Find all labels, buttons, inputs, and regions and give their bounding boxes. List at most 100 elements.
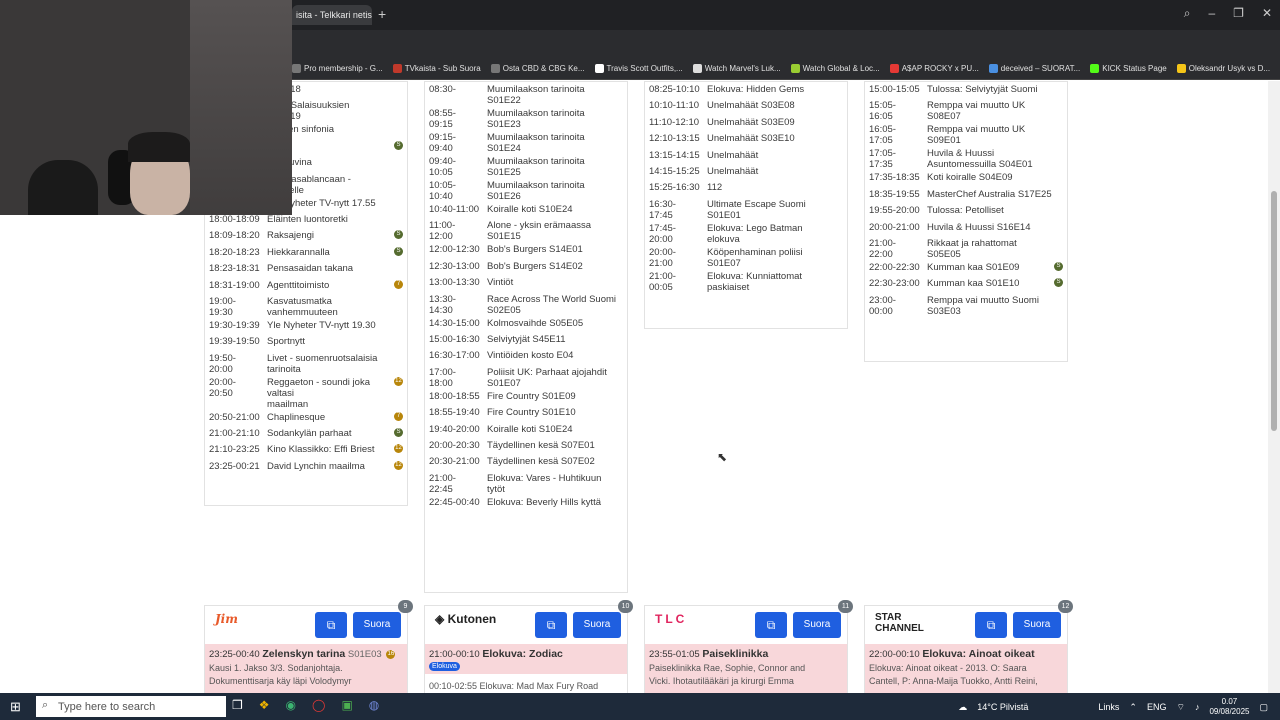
schedule-row[interactable]: 12:10-13:15 Unelmahäät S03E10 — [645, 131, 847, 147]
schedule-row[interactable]: 08:30- Muumilaakson tarinoita S01E22 — [425, 82, 627, 106]
schedule-row[interactable]: 10:05- 10:40 Muumilaakson tarinoita S01E2… — [425, 178, 627, 202]
schedule-row[interactable]: 19:39-19:50 Sportnytt — [205, 334, 407, 350]
cast-icon[interactable]: ⧉ — [315, 612, 347, 638]
search-tabs-icon[interactable]: ⌕ — [1184, 6, 1191, 21]
schedule-row[interactable]: 19:30-19:39 Yle Nyheter TV-nytt 19.30 — [205, 318, 407, 334]
schedule-row[interactable]: 11:10-12:10 Unelmahäät S03E09 — [645, 115, 847, 131]
bookmark-item[interactable]: TVkaista - Sub Suora — [392, 64, 481, 73]
browser-tab[interactable]: isita - Telkkari netissä — [292, 5, 372, 25]
notification-icon[interactable]: ▢ — [1259, 702, 1268, 713]
schedule-row[interactable]: 18:31-19:00 Agenttitoimisto 7 — [205, 278, 407, 294]
schedule-row[interactable]: 17:00- 18:00 Poliisit UK: Parhaat ajojahd… — [425, 365, 627, 389]
schedule-row[interactable]: 23:00- 00:00 Remppa vai muutto Suomi S03E… — [865, 293, 1067, 317]
schedule-row[interactable]: 17:05- 17:35 Huvila & Huussi Asuntomessui… — [865, 146, 1067, 170]
schedule-row[interactable]: 18:55-19:40 Fire Country S01E10 — [425, 405, 627, 421]
schedule-row[interactable]: 13:00-13:30 Vintiöt — [425, 275, 627, 291]
schedule-row[interactable]: 13:15-14:15 Unelmahäät — [645, 148, 847, 164]
maximize-icon[interactable]: ❐ — [1233, 6, 1244, 21]
app-icon[interactable]: ❖ — [259, 698, 270, 712]
schedule-row[interactable]: 12:00-12:30 Bob's Burgers S14E01 — [425, 242, 627, 258]
network-icon[interactable]: ⌔ — [1176, 702, 1184, 713]
cast-icon[interactable]: ⧉ — [975, 612, 1007, 638]
schedule-row[interactable]: 15:00-15:05 Tulossa: Selviytyjät Suomi — [865, 82, 1067, 98]
now-playing[interactable]: 23:25-00:40 Zelenskyn tarina S01E03 16 K… — [205, 644, 407, 693]
schedule-row[interactable]: 22:30-23:00 Kumman kaa S01E10 S — [865, 276, 1067, 292]
schedule-row[interactable]: 21:00- 00:05 Elokuva: Kunniattomat paskia… — [645, 269, 847, 293]
schedule-row[interactable]: 20:00-20:30 Täydellinen kesä S07E01 — [425, 438, 627, 454]
clock[interactable]: 0.07 09/08/2025 — [1209, 697, 1249, 717]
new-tab-icon[interactable]: + — [378, 6, 386, 22]
schedule-row[interactable]: 08:25-10:10 Elokuva: Hidden Gems — [645, 82, 847, 98]
schedule-row[interactable]: 19:00- 19:30 Kasvatusmatka vanhemmuuteen — [205, 294, 407, 318]
schedule-row[interactable]: 22:00-22:30 Kumman kaa S01E09 S — [865, 260, 1067, 276]
page-scrollbar[interactable] — [1268, 81, 1280, 693]
schedule-row[interactable]: 18:00-18:55 Fire Country S01E09 — [425, 389, 627, 405]
discord-icon[interactable]: ◍ — [369, 698, 379, 712]
schedule-row[interactable]: 11:00- 12:00 Alone - yksin erämaassa S01E… — [425, 218, 627, 242]
bookmark-item[interactable]: Watch Global & Loc... — [790, 64, 880, 73]
schedule-row[interactable]: 19:40-20:00 Koiralle koti S10E24 — [425, 422, 627, 438]
bookmark-item[interactable]: Watch Marvel's Luk... — [692, 64, 781, 73]
minimize-icon[interactable]: – — [1208, 6, 1215, 21]
schedule-row[interactable]: 15:00-16:30 Selviytyjät S45E11 — [425, 332, 627, 348]
edge-icon[interactable]: ◉ — [286, 698, 296, 712]
weather-text[interactable]: 14°C Pilvistä — [977, 702, 1028, 712]
schedule-row[interactable]: 10:40-11:00 Koiralle koti S10E24 — [425, 202, 627, 218]
schedule-row[interactable]: 21:10-23:25 Kino Klassikko: Effi Briest 12 — [205, 442, 407, 458]
schedule-row[interactable]: 16:30- 17:45 Ultimate Escape Suomi S01E01 — [645, 197, 847, 221]
schedule-row[interactable]: 20:50-21:00 Chaplinesque 7 — [205, 410, 407, 426]
schedule-row[interactable]: 21:00- 22:45 Elokuva: Vares - Huhtikuun t… — [425, 471, 627, 495]
taskbar-search-input[interactable]: ⌕ Type here to search — [36, 696, 226, 717]
bookmark-item[interactable]: Travis Scott Outfits,... — [594, 64, 683, 73]
live-button[interactable]: Suora — [793, 612, 841, 638]
schedule-row[interactable]: 23:25-00:21 David Lynchin maailma 12 — [205, 459, 407, 475]
schedule-row[interactable]: 20:00-21:00 Huvila & Huussi S16E14 — [865, 220, 1067, 236]
now-playing[interactable]: 22:00-00:10 Elokuva: Ainoat oikeat Eloku… — [865, 644, 1067, 693]
chevron-up-icon[interactable]: ⌃ — [1129, 702, 1137, 713]
schedule-row[interactable]: 08:55- 09:15 Muumilaakson tarinoita S01E2… — [425, 106, 627, 130]
weather-icon[interactable]: ☁ — [958, 702, 967, 713]
bookmark-item[interactable]: deceived – SUORAT... — [988, 64, 1080, 73]
schedule-row[interactable]: 20:00- 20:50 Reggaeton - soundi joka valt… — [205, 375, 407, 410]
schedule-row[interactable]: 18:23-18:31 Pensasaidan takana — [205, 261, 407, 277]
bookmark-item[interactable]: Pro membership - G... — [292, 64, 383, 73]
schedule-row[interactable]: 20:30-21:00 Täydellinen kesä S07E02 — [425, 454, 627, 470]
live-button[interactable]: Suora — [353, 612, 401, 638]
cast-icon[interactable]: ⧉ — [535, 612, 567, 638]
task-view-icon[interactable]: ❒ — [232, 698, 243, 712]
scrollbar-thumb[interactable] — [1271, 191, 1277, 431]
bookmark-item[interactable]: Oleksandr Usyk vs D... — [1176, 64, 1270, 73]
schedule-row[interactable]: 10:10-11:10 Unelmahäät S03E08 — [645, 98, 847, 114]
schedule-row[interactable]: 19:50- 20:00 Livet - suomenruotsalaisia t… — [205, 351, 407, 375]
schedule-row[interactable]: 13:30- 14:30 Race Across The World Suomi … — [425, 292, 627, 316]
close-icon[interactable]: ✕ — [1262, 6, 1272, 21]
bookmark-item[interactable]: A$AP ROCKY x PU... — [889, 64, 979, 73]
schedule-row[interactable]: 09:15- 09:40 Muumilaakson tarinoita S01E2… — [425, 130, 627, 154]
schedule-row[interactable]: 15:05- 16:05 Remppa vai muutto UK S08E07 — [865, 98, 1067, 122]
schedule-row[interactable]: 16:05- 17:05 Remppa vai muutto UK S09E01 — [865, 122, 1067, 146]
schedule-row[interactable]: 21:00-21:10 Sodankylän parhaat S — [205, 426, 407, 442]
live-button[interactable]: Suora — [573, 612, 621, 638]
app-icon[interactable]: ▣ — [341, 698, 352, 712]
cast-icon[interactable]: ⧉ — [755, 612, 787, 638]
live-button[interactable]: Suora — [1013, 612, 1061, 638]
next-program[interactable]: 00:10-02:55 Elokuva: Mad Max Fury Road — [425, 676, 627, 693]
schedule-row[interactable]: 14:30-15:00 Kolmosvaihde S05E05 — [425, 316, 627, 332]
language-indicator[interactable]: ENG — [1147, 702, 1167, 712]
schedule-row[interactable]: 19:55-20:00 Tulossa: Petolliset — [865, 203, 1067, 219]
schedule-row[interactable]: 18:20-18:23 Hiekkarannalla S — [205, 245, 407, 261]
schedule-row[interactable]: 22:45-00:40 Elokuva: Beverly Hills kyttä — [425, 495, 627, 511]
volume-icon[interactable]: ♪ — [1195, 702, 1200, 712]
schedule-row[interactable]: 21:00- 22:00 Rikkaat ja rahattomat S05E05 — [865, 236, 1067, 260]
opera-icon[interactable]: ◯ — [312, 698, 325, 712]
schedule-row[interactable]: 09:40- 10:05 Muumilaakson tarinoita S01E2… — [425, 154, 627, 178]
schedule-row[interactable]: 16:30-17:00 Vintiöiden kosto E04 — [425, 348, 627, 364]
schedule-row[interactable]: 14:15-15:25 Unelmahäät — [645, 164, 847, 180]
schedule-row[interactable]: 18:09-18:20 Raksajengi S — [205, 228, 407, 244]
schedule-row[interactable]: 18:35-19:55 MasterChef Australia S17E25 — [865, 187, 1067, 203]
bookmark-item[interactable]: Osta CBD & CBG Ke... — [490, 64, 585, 73]
schedule-row[interactable]: 15:25-16:30 112 — [645, 180, 847, 196]
schedule-row[interactable]: 20:00- 21:00 Kööpenhaminan poliisi S01E07 — [645, 245, 847, 269]
now-playing[interactable]: 21:00-00:10 Elokuva: Zodiac Elokuva — [425, 644, 627, 674]
schedule-row[interactable]: 12:30-13:00 Bob's Burgers S14E02 — [425, 259, 627, 275]
